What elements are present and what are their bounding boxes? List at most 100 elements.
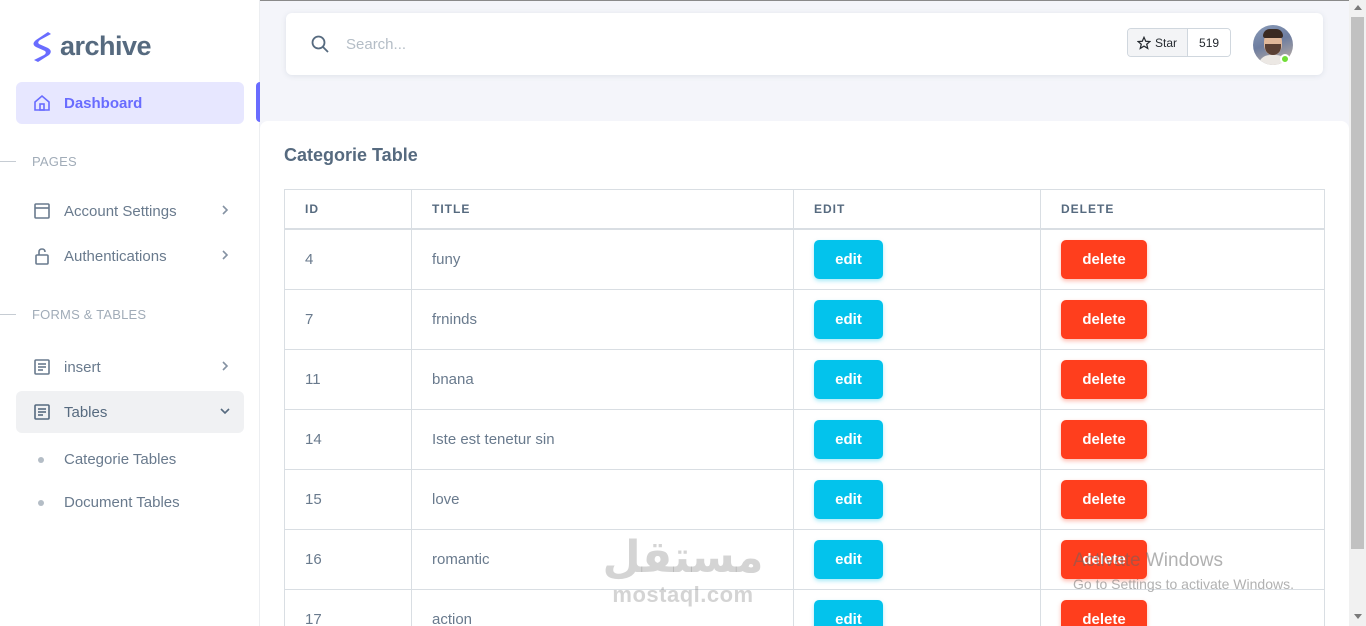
cell-title: love (412, 470, 794, 529)
cell-title: frninds (412, 290, 794, 349)
edit-button[interactable]: edit (814, 540, 883, 579)
scroll-up-arrow-icon[interactable] (1354, 5, 1362, 10)
cell-id: 16 (285, 530, 412, 589)
star-icon (1137, 35, 1151, 50)
watermark-domain: mostaql.com (612, 582, 754, 607)
brand[interactable]: archive (30, 30, 152, 62)
home-icon (32, 93, 52, 113)
edit-button[interactable]: edit (814, 600, 883, 626)
sidebar: archive Dashboard PAGES Account Settings… (0, 0, 260, 626)
cell-delete: delete (1041, 230, 1324, 289)
cell-edit: edit (794, 530, 1041, 589)
cell-delete: delete (1041, 410, 1324, 469)
sidebar-subitem-categorie-tables[interactable]: Categorie Tables (38, 451, 176, 468)
bullet-icon (38, 499, 44, 506)
sidebar-item-tables[interactable]: Tables (16, 391, 244, 433)
table-row: 15 love edit delete (285, 470, 1324, 530)
cell-edit: edit (794, 470, 1041, 529)
bullet-icon (38, 456, 44, 463)
avatar-beard (1265, 44, 1281, 55)
cell-title: funy (412, 230, 794, 289)
section-label: FORMS & TABLES (32, 307, 147, 322)
sidebar-item-label: insert (64, 358, 101, 376)
cell-delete: delete (1041, 350, 1324, 409)
card-title: Categorie Table (284, 145, 418, 165)
column-header-title: TITLE (412, 190, 794, 228)
section-divider (0, 161, 16, 162)
cell-id: 14 (285, 410, 412, 469)
online-status-dot (1280, 54, 1290, 64)
top-navbar: Star 519 (286, 13, 1323, 75)
delete-button[interactable]: delete (1061, 360, 1147, 399)
section-divider (0, 314, 16, 315)
scroll-down-arrow-icon[interactable] (1354, 614, 1362, 619)
cell-id: 17 (285, 590, 412, 626)
sidebar-item-account-settings[interactable]: Account Settings (16, 190, 244, 232)
layout-icon (32, 201, 52, 221)
sidebar-item-label: Account Settings (64, 202, 177, 220)
table-row: 4 funy edit delete (285, 230, 1324, 290)
cell-title: bnana (412, 350, 794, 409)
cell-title: Iste est tenetur sin (412, 410, 794, 469)
edit-button[interactable]: edit (814, 420, 883, 459)
sidebar-item-dashboard[interactable]: Dashboard (16, 82, 244, 124)
chevron-right-icon (222, 205, 229, 215)
edit-button[interactable]: edit (814, 360, 883, 399)
delete-button[interactable]: delete (1061, 480, 1147, 519)
delete-button[interactable]: delete (1061, 300, 1147, 339)
search-icon (311, 35, 329, 53)
activate-windows-title: Activate Windows (1073, 550, 1223, 571)
scrollbar-thumb[interactable] (1351, 17, 1364, 549)
sidebar-item-insert[interactable]: insert (16, 346, 244, 388)
cell-id: 7 (285, 290, 412, 349)
cell-delete: delete (1041, 290, 1324, 349)
section-header-forms-tables: FORMS & TABLES (0, 307, 146, 322)
table-row: 7 frninds edit delete (285, 290, 1324, 350)
table-row: 17 action edit delete (285, 590, 1324, 626)
brand-logo-icon (33, 32, 51, 62)
cell-edit: edit (794, 590, 1041, 626)
sidebar-item-authentications[interactable]: Authentications (16, 235, 244, 277)
cell-edit: edit (794, 290, 1041, 349)
table-header-row: ID TITLE EDIT DELETE (285, 190, 1324, 230)
edit-button[interactable]: edit (814, 480, 883, 519)
cell-delete: delete (1041, 470, 1324, 529)
chevron-right-icon (222, 250, 229, 260)
page-scrollbar[interactable] (1349, 0, 1366, 626)
star-label: Star (1155, 35, 1178, 50)
activate-windows-subtitle: Go to Settings to activate Windows. (1073, 576, 1294, 592)
sidebar-subitem-label: Categorie Tables (64, 451, 177, 468)
section-label: PAGES (32, 154, 77, 169)
mostaql-watermark: مستقل mostaql.com (598, 532, 768, 612)
column-header-id: ID (285, 190, 412, 228)
github-star-widget[interactable]: Star 519 (1127, 28, 1232, 57)
cell-delete: delete (1041, 590, 1324, 626)
delete-button[interactable]: delete (1061, 240, 1147, 279)
document-icon (32, 402, 52, 422)
star-count[interactable]: 519 (1188, 29, 1231, 56)
sidebar-subitem-label: Document Tables (64, 494, 180, 511)
watermark-arabic: مستقل (602, 532, 764, 583)
chevron-down-icon (220, 408, 230, 415)
sidebar-subitem-document-tables[interactable]: Document Tables (38, 494, 180, 511)
delete-button[interactable]: delete (1061, 600, 1147, 626)
cell-id: 11 (285, 350, 412, 409)
delete-button[interactable]: delete (1061, 420, 1147, 459)
cell-id: 4 (285, 230, 412, 289)
edit-button[interactable]: edit (814, 300, 883, 339)
cell-id: 15 (285, 470, 412, 529)
cell-edit: edit (794, 230, 1041, 289)
chevron-right-icon (222, 361, 229, 371)
cell-edit: edit (794, 350, 1041, 409)
section-header-pages: PAGES (0, 154, 77, 169)
edit-button[interactable]: edit (814, 240, 883, 279)
search-input[interactable] (346, 29, 646, 59)
column-header-delete: DELETE (1061, 202, 1115, 216)
star-button[interactable]: Star (1128, 29, 1189, 56)
column-header-edit: EDIT (794, 190, 1041, 228)
activate-windows-watermark: Activate Windows Go to Settings to activ… (1073, 550, 1294, 592)
avatar-hair (1263, 29, 1283, 38)
document-icon (32, 357, 52, 377)
sidebar-item-label: Authentications (64, 247, 167, 265)
cell-edit: edit (794, 410, 1041, 469)
